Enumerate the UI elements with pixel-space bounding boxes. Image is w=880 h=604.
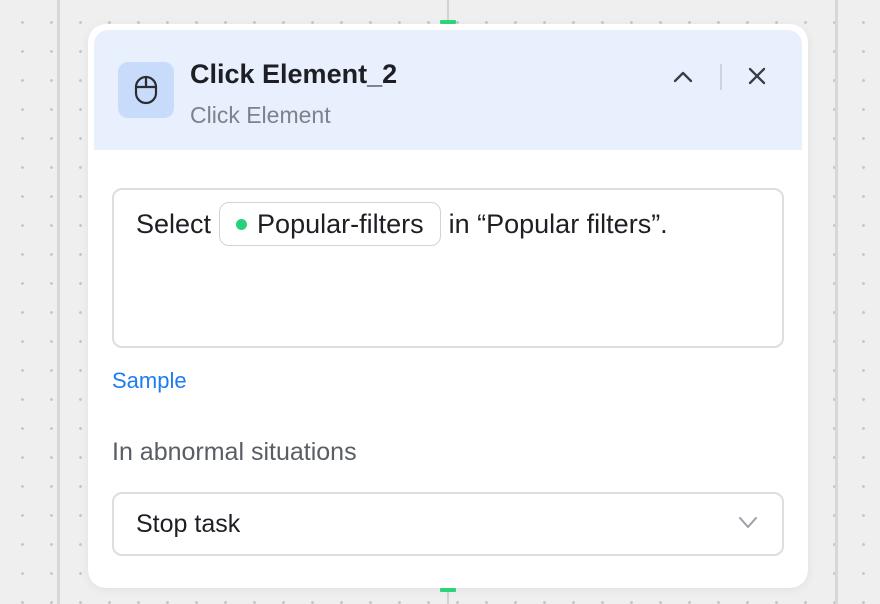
abnormal-situations-label: In abnormal situations — [112, 438, 357, 466]
node-card[interactable]: Click Element_2 Click Element Select Pop… — [88, 24, 808, 588]
mouse-icon — [118, 62, 174, 118]
element-chip[interactable]: Popular-filters — [219, 202, 441, 246]
action-suffix: in “Popular filters”. — [448, 209, 668, 239]
close-icon[interactable] — [744, 63, 770, 89]
action-sentence: Select Popular-filters in “Popular filte… — [136, 202, 760, 246]
canvas-guide-right — [835, 0, 838, 604]
abnormal-handling-select[interactable]: Stop task — [112, 492, 784, 556]
chevron-up-icon[interactable] — [670, 64, 696, 90]
element-chip-label: Popular-filters — [257, 209, 424, 239]
abnormal-handling-value: Stop task — [136, 509, 241, 538]
action-prefix: Select — [136, 209, 212, 239]
node-subtitle: Click Element — [190, 102, 331, 128]
chevron-down-icon — [736, 510, 760, 539]
node-header: Click Element_2 Click Element — [94, 30, 802, 150]
input-port[interactable] — [440, 20, 456, 24]
output-port[interactable] — [440, 588, 456, 592]
action-description-editor[interactable]: Select Popular-filters in “Popular filte… — [112, 188, 784, 348]
sample-link[interactable]: Sample — [112, 368, 187, 394]
status-dot-icon — [236, 218, 248, 230]
header-divider — [720, 64, 722, 90]
canvas-guide-left — [57, 0, 60, 604]
node-title: Click Element_2 — [190, 59, 398, 89]
